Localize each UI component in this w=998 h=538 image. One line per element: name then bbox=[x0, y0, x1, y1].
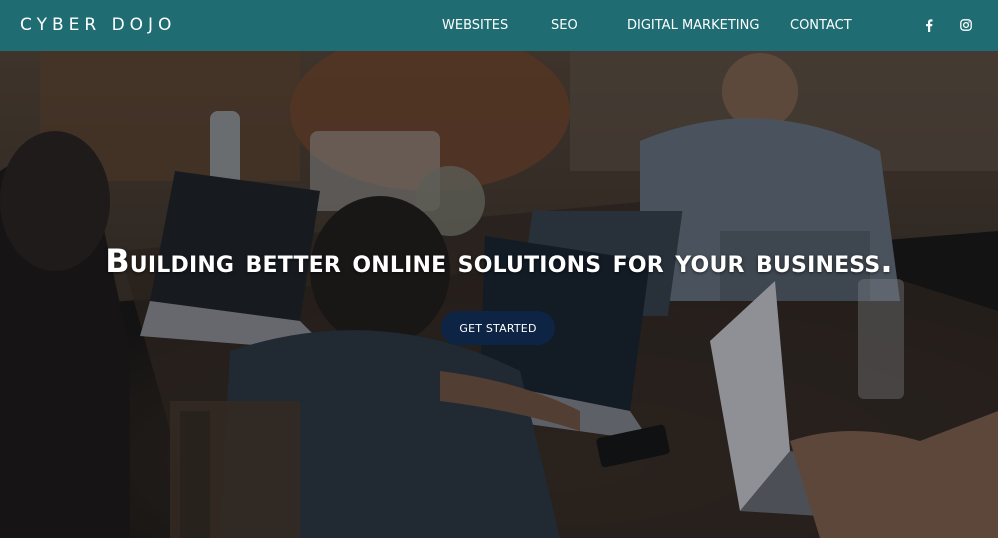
nav-link-websites[interactable]: WEBSITES bbox=[442, 18, 508, 33]
hero-headline: Building better online solutions for you… bbox=[105, 242, 893, 280]
nav-link-seo[interactable]: SEO bbox=[551, 18, 578, 33]
nav-link-contact[interactable]: CONTACT bbox=[790, 18, 852, 33]
hero-section: Building better online solutions for you… bbox=[0, 51, 998, 538]
nav-link-digital-marketing[interactable]: DIGITAL MARKETING bbox=[627, 18, 759, 33]
facebook-icon[interactable] bbox=[921, 17, 937, 33]
get-started-button[interactable]: GET STARTED bbox=[441, 311, 555, 345]
main-nav: WEBSITES SEO DIGITAL MARKETING CONTACT bbox=[0, 0, 998, 51]
site-header: CYBER DOJO WEBSITES SEO DIGITAL MARKETIN… bbox=[0, 0, 998, 51]
page: CYBER DOJO WEBSITES SEO DIGITAL MARKETIN… bbox=[0, 0, 998, 538]
instagram-icon[interactable] bbox=[958, 17, 974, 33]
hero-overlay bbox=[0, 51, 998, 538]
